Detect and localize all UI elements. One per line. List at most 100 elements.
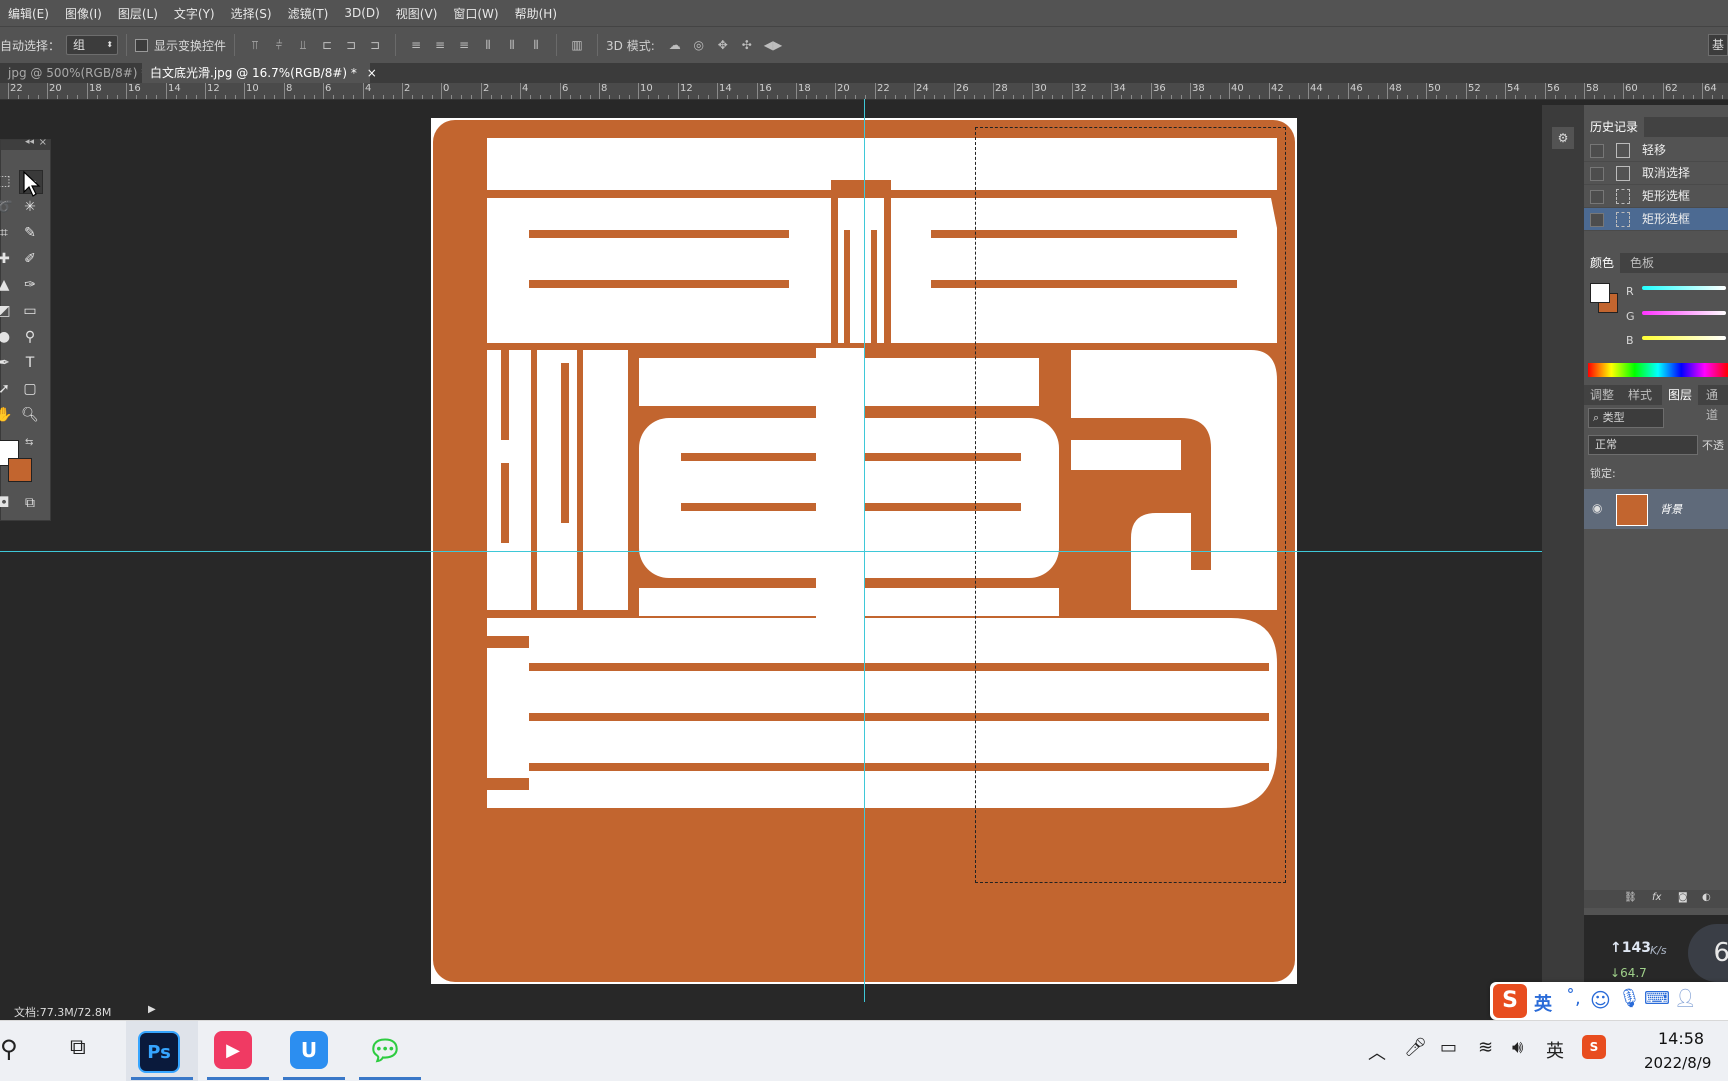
swap-colors-icon[interactable]: ⇆ <box>25 437 33 448</box>
type-tool-icon[interactable]: T <box>19 352 41 374</box>
blur-tool-icon[interactable]: ● <box>0 326 15 348</box>
auto-align-icon[interactable]: ▥ <box>570 38 584 52</box>
close-icon[interactable]: × <box>367 66 377 80</box>
zoom-tool-icon[interactable]: 🔍︎ <box>19 404 41 426</box>
menu-select[interactable]: 选择(S) <box>223 5 280 22</box>
hand-tool-icon[interactable]: ✋ <box>0 404 15 426</box>
tab-adjustments[interactable]: 调整 <box>1584 385 1620 405</box>
history-item[interactable]: 矩形选框 <box>1584 185 1728 208</box>
workspace-button[interactable]: 基 <box>1708 34 1728 56</box>
history-brush-icon[interactable]: ✑ <box>19 274 41 296</box>
menu-layer[interactable]: 图层(L) <box>110 5 166 22</box>
green-slider[interactable] <box>1642 311 1726 315</box>
3d-pan-icon[interactable]: ✥ <box>716 38 730 52</box>
fx-icon[interactable]: fx <box>1652 892 1661 903</box>
tab-document-1[interactable]: jpg @ 500%(RGB/8#) * × <box>0 63 167 83</box>
video-app-icon[interactable]: ▶ <box>214 1031 252 1069</box>
align-bottom-icon[interactable]: ⫫ <box>296 38 310 52</box>
history-snapshot-checkbox[interactable] <box>1590 213 1604 227</box>
eraser-tool-icon[interactable]: ◩ <box>0 300 15 322</box>
panel-toggle-icon[interactable]: ⚙ <box>1552 127 1574 149</box>
blue-slider[interactable] <box>1642 336 1726 340</box>
red-slider[interactable] <box>1642 286 1726 290</box>
tab-color[interactable]: 颜色 <box>1584 253 1621 273</box>
path-select-icon[interactable]: ➚ <box>0 378 15 400</box>
clone-stamp-icon[interactable]: ▲ <box>0 274 15 296</box>
tab-styles[interactable]: 样式 <box>1622 385 1658 405</box>
magic-wand-icon[interactable]: ✳ <box>19 196 41 218</box>
search-icon[interactable]: ⚲ <box>0 1035 18 1063</box>
tab-channels[interactable]: 通道 <box>1700 385 1728 422</box>
marquee-tool-icon[interactable]: ⬚ <box>0 170 15 192</box>
layer-name[interactable]: 背景 <box>1660 501 1682 517</box>
screen-mode-icon[interactable]: ⧉ <box>19 492 41 514</box>
wechat-app-icon[interactable]: 💬︎ <box>366 1031 404 1069</box>
keyboard-icon[interactable]: ⌨ <box>1644 988 1670 1009</box>
clock-date[interactable]: 2022/8/9 <box>1644 1054 1711 1072</box>
quick-mask-icon[interactable]: ◘ <box>0 492 15 514</box>
tray-microphone-icon[interactable]: 🎤︎ <box>1404 1037 1427 1058</box>
menu-edit[interactable]: 编辑(E) <box>0 5 57 22</box>
photoshop-app-icon[interactable]: Ps <box>138 1031 180 1073</box>
pen-tool-icon[interactable]: ✒ <box>0 352 15 374</box>
close-icon[interactable]: × <box>39 137 47 148</box>
layer-filter-select[interactable]: ⌕ 类型 <box>1588 408 1664 428</box>
tray-input-language[interactable]: 英 <box>1546 1037 1564 1063</box>
align-top-icon[interactable]: ⫪ <box>248 38 262 52</box>
tab-history[interactable]: 历史记录 <box>1584 117 1645 137</box>
crop-tool-icon[interactable]: ⌗ <box>0 222 15 244</box>
menu-window[interactable]: 窗口(W) <box>445 5 506 22</box>
history-snapshot-checkbox[interactable] <box>1590 144 1604 158</box>
distribute-vcenter-icon[interactable]: ≡ <box>433 38 447 52</box>
distribute-hcenter-icon[interactable]: ⦀ <box>505 38 519 52</box>
color-spectrum[interactable] <box>1588 363 1728 377</box>
history-snapshot-checkbox[interactable] <box>1590 190 1604 204</box>
clock-time[interactable]: 14:58 <box>1658 1029 1704 1048</box>
visibility-eye-icon[interactable]: ◉ <box>1592 501 1602 515</box>
history-item[interactable]: 轻移 <box>1584 139 1728 162</box>
menu-type[interactable]: 文字(Y) <box>166 5 223 22</box>
microphone-icon[interactable]: 🎙︎ <box>1618 988 1641 1009</box>
lasso-tool-icon[interactable]: ➰ <box>0 196 15 218</box>
mask-icon[interactable]: ◙ <box>1678 892 1688 903</box>
brush-tool-icon[interactable]: ✐ <box>19 248 41 270</box>
healing-brush-icon[interactable]: ✚ <box>0 248 15 270</box>
distribute-top-icon[interactable]: ≡ <box>409 38 423 52</box>
user-icon[interactable]: 👤︎ <box>1674 988 1697 1009</box>
layer-row[interactable]: ◉ 背景 <box>1584 489 1728 529</box>
tab-layers[interactable]: 图层 <box>1662 385 1699 405</box>
tray-chevron-up-icon[interactable]: ︿ <box>1368 1039 1386 1065</box>
history-item[interactable]: 取消选择 <box>1584 162 1728 185</box>
align-hcenter-icon[interactable]: ⊐ <box>344 38 358 52</box>
menu-view[interactable]: 视图(V) <box>388 5 446 22</box>
sogou-logo-icon[interactable]: S <box>1493 984 1527 1018</box>
tray-volume-icon[interactable]: 🔊︎ <box>1512 1037 1523 1058</box>
tray-sogou-icon[interactable]: S <box>1582 1035 1606 1059</box>
blend-mode-select[interactable]: 正常 <box>1588 435 1698 455</box>
history-item-active[interactable]: 矩形选框 <box>1584 208 1728 231</box>
tray-battery-icon[interactable]: ▭ <box>1440 1037 1457 1058</box>
show-transform-checkbox[interactable] <box>135 38 149 52</box>
3d-roll-icon[interactable]: ◎ <box>692 38 706 52</box>
u-app-icon[interactable]: U <box>290 1031 328 1069</box>
ime-lang-toggle[interactable]: 英 <box>1534 990 1552 1016</box>
task-view-icon[interactable]: ⧉ <box>70 1035 86 1060</box>
menu-help[interactable]: 帮助(H) <box>507 5 565 22</box>
collapse-icon[interactable]: ◂◂ <box>25 137 34 147</box>
link-icon[interactable]: ⛓ <box>1624 892 1637 903</box>
history-snapshot-checkbox[interactable] <box>1590 167 1604 181</box>
menu-3d[interactable]: 3D(D) <box>336 6 387 20</box>
3d-rotate-icon[interactable]: ☁ <box>668 38 682 52</box>
3d-scale-icon[interactable]: ◀▶ <box>764 38 782 52</box>
eyedropper-icon[interactable]: ✎ <box>19 222 41 244</box>
menu-filter[interactable]: 滤镜(T) <box>280 5 337 22</box>
3d-slide-icon[interactable]: ✣ <box>740 38 754 52</box>
tray-wifi-icon[interactable]: ≋ <box>1478 1037 1493 1058</box>
background-color-swatch[interactable] <box>8 458 32 482</box>
distribute-left-icon[interactable]: ⦀ <box>481 38 495 52</box>
punctuation-icon[interactable]: ˚, <box>1566 988 1581 1009</box>
align-vcenter-icon[interactable]: ⫩ <box>272 38 286 52</box>
play-arrow-icon[interactable]: ▶ <box>148 1004 156 1015</box>
dodge-tool-icon[interactable]: ⚲ <box>19 326 41 348</box>
adjustment-icon[interactable]: ◐ <box>1702 892 1711 903</box>
